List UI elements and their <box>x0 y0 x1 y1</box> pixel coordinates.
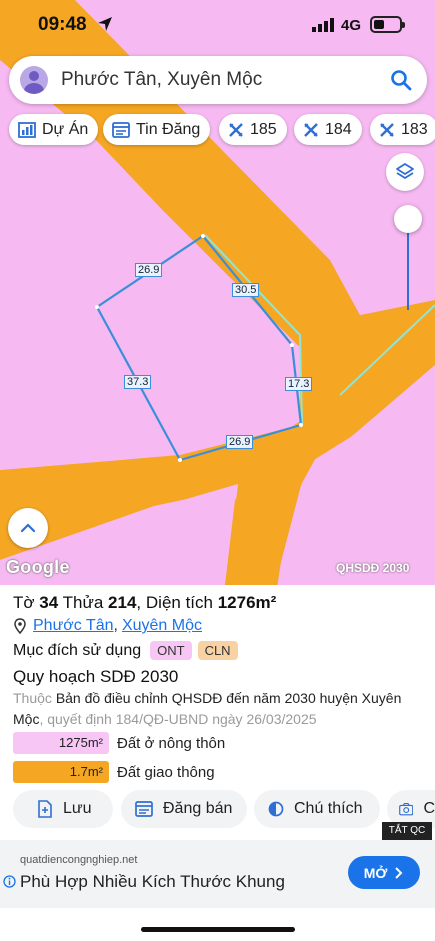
chevron-up-icon <box>20 523 36 533</box>
info-icon[interactable] <box>3 875 16 893</box>
google-watermark: Google <box>6 557 70 577</box>
chip-du-an[interactable]: Dự Án <box>9 114 99 145</box>
layers-button[interactable] <box>386 153 424 191</box>
chip-185[interactable]: 185 <box>219 114 287 145</box>
avatar[interactable] <box>20 66 48 94</box>
parcel-location: Phước Tân, Xuyên Mộc <box>13 617 202 635</box>
ad-headline: Phù Hợp Nhiều Kích Thước Khung <box>20 872 285 891</box>
map-cross-icon <box>304 122 318 137</box>
edge-label-bottom: 26.9 <box>226 435 254 449</box>
chip-label: 184 <box>325 120 352 138</box>
layer-label: QHSDĐ 2030 <box>336 561 410 575</box>
chip-183[interactable]: 183 <box>370 114 435 145</box>
save-button[interactable]: Lưu <box>13 790 113 828</box>
edge-label-right: 17.3 <box>285 377 313 391</box>
parcel-info-panel: Tờ 34 Thửa 214, Diện tích 1276m² Phước T… <box>0 585 435 847</box>
district-link[interactable]: Xuyên Mộc <box>122 617 202 635</box>
filter-chips: Dự Án Tin Đăng 185 184 183 <box>0 114 435 148</box>
map-cross-icon <box>229 122 243 137</box>
legend-label: Đất giao thông <box>117 763 215 781</box>
map-cross-icon <box>380 122 394 137</box>
action-buttons: Lưu Đăng bán Chú thích C <box>0 790 435 830</box>
camera-icon <box>399 803 414 816</box>
chip-label: Dự Án <box>42 120 89 138</box>
lot-number: 214 <box>108 593 137 612</box>
ad-cta-label: MỞ <box>363 864 388 881</box>
search-icon[interactable] <box>390 69 412 96</box>
ad-banner[interactable]: quatdiencongnghiep.net Phù Hợp Nhiều Kíc… <box>0 840 435 908</box>
chip-184[interactable]: 184 <box>294 114 362 145</box>
home-indicator <box>141 927 295 932</box>
edge-label-left: 37.3 <box>124 375 152 389</box>
close-ad-button[interactable]: TẮT QC <box>382 822 432 840</box>
legend-button[interactable]: Chú thích <box>254 790 380 828</box>
land-use-purpose: Mục đích sử dụng ONT CLN <box>13 641 238 660</box>
area-value: 1276m² <box>217 593 277 612</box>
note-prefix: Thuộc <box>13 690 52 706</box>
battery-icon <box>370 16 405 33</box>
post-sale-label: Đăng bán <box>163 800 233 817</box>
opacity-slider-knob[interactable] <box>394 205 422 233</box>
purpose-badge-ont: ONT <box>150 641 192 660</box>
legend-swatch: 1.7m² <box>13 761 109 783</box>
location-arrow-icon <box>97 16 113 37</box>
sheet-label: Tờ <box>13 593 35 612</box>
chip-label: Tin Đăng <box>136 120 201 138</box>
legend-row-residential: 1275m² Đất ở nông thôn <box>13 732 225 754</box>
status-bar: 09:48 4G <box>0 0 435 52</box>
chevron-right-icon <box>395 866 403 879</box>
legend-label: Đất ở nông thôn <box>117 734 226 752</box>
commune-link[interactable]: Phước Tân <box>33 617 114 635</box>
post-sale-button[interactable]: Đăng bán <box>121 790 247 828</box>
building-chart-icon <box>18 121 36 138</box>
network-type: 4G <box>341 17 362 34</box>
parcel-title: Tờ 34 Thửa 214, Diện tích 1276m² <box>13 593 277 612</box>
legend-row-traffic: 1.7m² Đất giao thông <box>13 761 215 783</box>
search-bar[interactable] <box>9 56 427 104</box>
purpose-label: Mục đích sử dụng <box>13 641 142 659</box>
listing-icon <box>112 121 130 138</box>
pin-icon <box>14 618 26 634</box>
area-label: Diện tích <box>145 593 213 612</box>
opacity-slider-track[interactable] <box>407 222 409 310</box>
chip-label: 185 <box>250 120 277 138</box>
lot-label: Thửa <box>62 593 104 612</box>
layers-icon <box>396 163 414 179</box>
legend-icon <box>268 801 284 817</box>
plan-note: Thuộc Bản đồ điều chỉnh QHSDĐ đến năm 20… <box>13 688 423 730</box>
purpose-badge-cln: CLN <box>197 641 238 660</box>
sheet-number: 34 <box>39 593 59 612</box>
search-input[interactable] <box>61 65 371 95</box>
expand-up-button[interactable] <box>8 508 48 548</box>
post-sale-icon <box>135 801 153 817</box>
plan-title: Quy hoạch SDĐ 2030 <box>13 667 179 686</box>
ad-domain: quatdiencongnghiep.net <box>20 854 138 866</box>
note-suffix: , quyết định 184/QĐ-UBND ngày 26/03/2025 <box>39 711 317 727</box>
edge-label-top-right: 30.5 <box>232 283 260 297</box>
legend-label: Chú thích <box>294 800 363 817</box>
signal-bars-icon <box>312 18 336 37</box>
chip-tin-dang[interactable]: Tin Đăng <box>103 114 211 145</box>
save-label: Lưu <box>63 800 92 817</box>
ad-open-button[interactable]: MỞ <box>348 856 420 889</box>
status-time: 09:48 <box>38 14 87 35</box>
camera-label: C <box>423 800 435 817</box>
chip-label: 183 <box>401 120 428 138</box>
legend-swatch: 1275m² <box>13 732 109 754</box>
save-icon <box>38 800 52 818</box>
edge-label-top-left: 26.9 <box>135 263 163 277</box>
